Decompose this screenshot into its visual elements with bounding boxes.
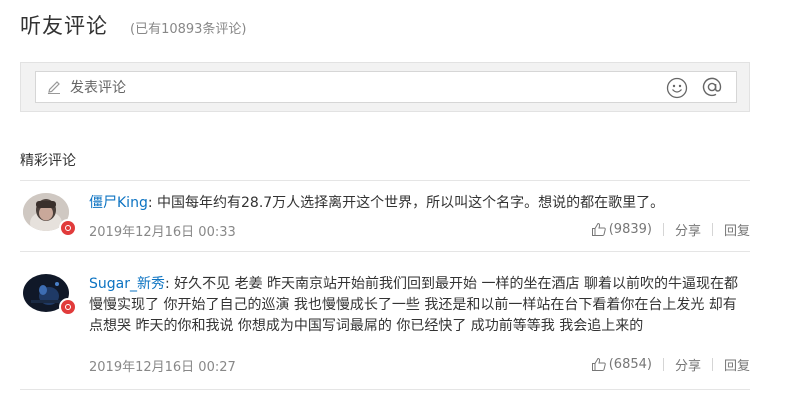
comment-text: Sugar_新秀: 好久不见 老姜 昨天南京站开始前我们回到最开始 一样的坐在酒…: [89, 276, 738, 334]
comment-content: 中国每年约有28.7万人选择离开这个世界，所以叫这个名字。想说的都在歌里了。: [157, 195, 665, 211]
smiley-icon[interactable]: [666, 77, 688, 99]
thumbs-up-icon: [591, 357, 606, 371]
vip-badge-icon: [59, 219, 77, 237]
share-link[interactable]: 分享: [675, 355, 701, 374]
comment-text: 僵尸King: 中国每年约有28.7万人选择离开这个世界，所以叫这个名字。想说的…: [89, 195, 665, 211]
comment-time: 2019年12月16日 00:33: [89, 225, 236, 240]
comment-actions: (9839) 分享 回复: [591, 220, 750, 239]
like-count: (9839): [608, 222, 652, 237]
share-link[interactable]: 分享: [675, 220, 701, 239]
comment-editor: 发表评论: [20, 62, 750, 112]
thumbs-up-icon: [591, 222, 606, 236]
comment-actions: (6854) 分享 回复: [591, 355, 750, 374]
comment-divider: [20, 389, 750, 390]
vip-badge-icon: [59, 298, 77, 316]
comment-username[interactable]: 僵尸King: [89, 195, 148, 211]
action-separator: [662, 223, 664, 236]
reply-link[interactable]: 回复: [724, 220, 750, 239]
action-separator: [662, 358, 664, 371]
comment-divider: [20, 251, 750, 252]
action-separator: [711, 358, 713, 371]
reply-link[interactable]: 回复: [724, 355, 750, 374]
at-icon[interactable]: [701, 76, 723, 98]
comments-header: 听友评论 (已有10893条评论): [20, 10, 247, 42]
comment-input[interactable]: 发表评论: [35, 71, 737, 103]
like-button[interactable]: (6854): [591, 357, 652, 372]
action-separator: [711, 223, 713, 236]
section-divider: [20, 180, 750, 181]
section-title-featured: 精彩评论: [20, 153, 76, 169]
like-button[interactable]: (9839): [591, 222, 652, 237]
comment-username[interactable]: Sugar_新秀: [89, 276, 165, 292]
comment-time: 2019年12月16日 00:27: [89, 360, 236, 375]
like-count: (6854): [608, 357, 652, 372]
comment-placeholder: 发表评论: [70, 80, 126, 96]
pencil-icon: [48, 81, 60, 94]
comment-count: (已有10893条评论): [130, 22, 247, 37]
comment-content: 好久不见 老姜 昨天南京站开始前我们回到最开始 一样的坐在酒店 聊着以前吹的牛逼…: [89, 276, 738, 334]
page-title: 听友评论: [20, 14, 108, 38]
